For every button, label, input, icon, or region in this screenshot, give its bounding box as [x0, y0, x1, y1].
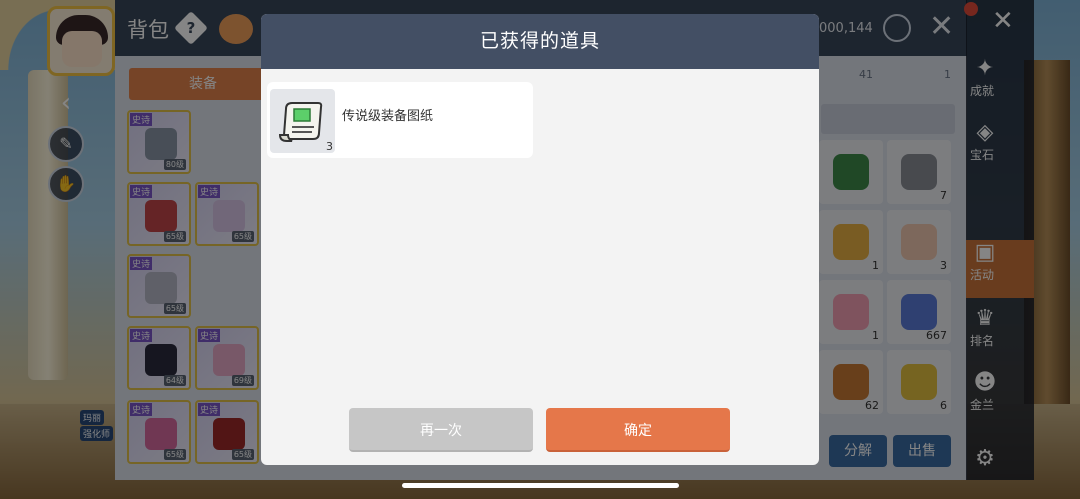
confirm-button[interactable]: 确定: [546, 408, 730, 452]
item-name: 传说级装备图纸: [342, 109, 434, 124]
item-count: 3: [326, 140, 333, 153]
obtained-items-dialog: 已获得的道具 3 传说级装备图纸 再一次 确定: [261, 14, 819, 465]
dialog-header: 已获得的道具: [261, 14, 819, 69]
home-indicator[interactable]: [402, 483, 679, 488]
dialog-title: 已获得的道具: [479, 30, 600, 52]
retry-button[interactable]: 再一次: [349, 408, 533, 452]
scroll-blueprint-icon[interactable]: 3: [270, 89, 335, 153]
obtained-item-card[interactable]: 3 传说级装备图纸: [267, 82, 533, 158]
